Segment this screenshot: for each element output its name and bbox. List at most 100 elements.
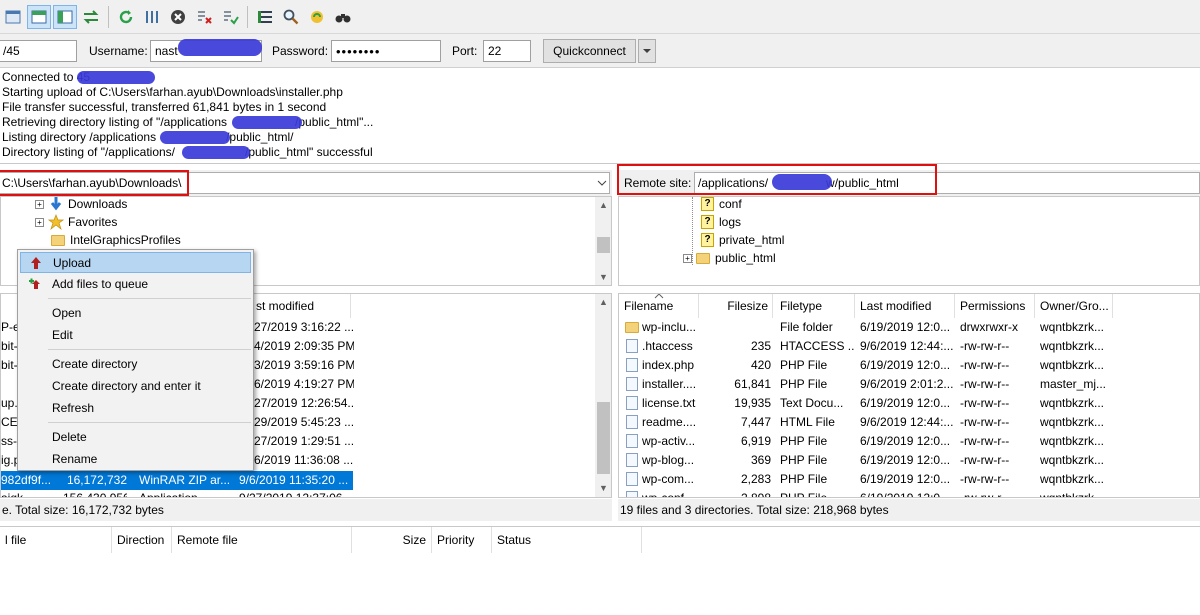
- cancel-icon[interactable]: [166, 5, 190, 29]
- quickconnect-history-button[interactable]: [638, 39, 656, 63]
- queue-header-remote-file[interactable]: Remote file: [172, 527, 352, 553]
- expand-icon[interactable]: +: [35, 199, 44, 209]
- port-input[interactable]: 22: [483, 40, 531, 62]
- host-input[interactable]: /45: [0, 40, 77, 62]
- disconnect-icon[interactable]: [192, 5, 216, 29]
- remote-row-size: [699, 318, 771, 337]
- tree-item-public-html[interactable]: + public_html: [683, 249, 776, 267]
- column-header-filetype[interactable]: Filetype: [775, 294, 855, 318]
- remote-row-modified: 6/19/2019 12:0...: [860, 396, 951, 410]
- queue-header-size[interactable]: Size: [352, 527, 432, 553]
- scroll-up-icon[interactable]: ▲: [595, 294, 611, 311]
- remote-row-permissions: -rw-rw-r--: [960, 434, 1010, 448]
- tree-item-downloads[interactable]: + Downloads: [35, 197, 127, 213]
- remote-row-permissions: -rw-rw-r--: [960, 339, 1010, 353]
- file-icon: [626, 472, 638, 486]
- column-header-permissions[interactable]: Permissions: [955, 294, 1035, 318]
- local-row-name[interactable]: 982df9f...: [1, 471, 63, 490]
- scroll-thumb[interactable]: [597, 237, 610, 253]
- remote-row-name[interactable]: wp-activ...: [642, 432, 700, 451]
- username-label: Username:: [89, 44, 148, 58]
- remote-row-type: PHP File: [780, 377, 828, 391]
- local-status: e. Total size: 16,172,732 bytes: [0, 499, 612, 521]
- remote-row-name[interactable]: wp-blog...: [642, 451, 700, 470]
- process-queue-icon[interactable]: [140, 5, 164, 29]
- tree-item-logs[interactable]: ? logs: [701, 213, 741, 231]
- password-value: ••••••••: [336, 44, 381, 59]
- remote-row-name[interactable]: wp-conf...: [642, 489, 700, 497]
- menu-item-rename[interactable]: Rename: [20, 449, 251, 470]
- column-header-last-modified[interactable]: Last modified: [855, 294, 955, 318]
- folder-icon: [696, 252, 710, 264]
- expand-icon[interactable]: +: [35, 217, 44, 227]
- queue-header-local-file[interactable]: l file: [0, 527, 112, 553]
- remote-row-name[interactable]: license.txt: [642, 394, 700, 413]
- binoculars-icon[interactable]: [331, 5, 355, 29]
- local-row-modified: 29/2019 5:45:23 ...: [254, 415, 354, 429]
- remote-row-owner: wqntbkzrk...: [1040, 453, 1105, 467]
- queue-header-direction[interactable]: Direction: [112, 527, 172, 553]
- remote-row-size: 6,919: [740, 434, 771, 448]
- log-line: Listing directory /applications/public_h…: [2, 130, 294, 144]
- remote-row-size: 2,898: [740, 491, 771, 498]
- scroll-up-icon[interactable]: ▲: [595, 197, 611, 214]
- reconnect-icon[interactable]: [218, 5, 242, 29]
- menu-item-delete[interactable]: Delete: [20, 427, 251, 448]
- quickconnect-button[interactable]: Quickconnect: [543, 39, 636, 63]
- local-tree-scrollbar[interactable]: ▲ ▼: [595, 197, 611, 285]
- remote-row-modified: 6/19/2019 12:0...: [860, 320, 951, 334]
- column-header-owner-group[interactable]: Owner/Gro...: [1035, 294, 1113, 318]
- password-input[interactable]: ••••••••: [331, 40, 441, 62]
- remote-row-name[interactable]: .htaccess: [642, 337, 700, 356]
- tree-item-intelgraphicsprofiles[interactable]: IntelGraphicsProfiles: [51, 231, 181, 249]
- sync-browsing-icon[interactable]: [305, 5, 329, 29]
- queue-header-priority[interactable]: Priority: [432, 527, 492, 553]
- transfer-queue-icon[interactable]: [79, 5, 103, 29]
- remote-row-permissions: -rw-rw-r--: [960, 377, 1010, 391]
- remote-row-size: 369: [750, 453, 771, 467]
- scroll-thumb[interactable]: [597, 402, 610, 474]
- redaction-mark: [77, 71, 155, 84]
- menu-item-create-directory-enter[interactable]: Create directory and enter it: [20, 376, 251, 397]
- menu-separator: [48, 422, 251, 423]
- toggle-log-icon[interactable]: [27, 4, 51, 29]
- chevron-down-icon[interactable]: [597, 179, 607, 187]
- menu-item-upload[interactable]: Upload: [20, 252, 251, 273]
- highlight-box: [0, 170, 189, 196]
- menu-item-edit[interactable]: Edit: [20, 325, 251, 346]
- remote-row-name[interactable]: installer....: [642, 375, 700, 394]
- directory-filter-icon[interactable]: [253, 5, 277, 29]
- port-value: 22: [488, 44, 502, 58]
- remote-row-name[interactable]: wp-inclu...: [642, 318, 700, 337]
- menu-item-create-directory[interactable]: Create directory: [20, 354, 251, 375]
- remote-row-owner: wqntbkzrk...: [1040, 320, 1105, 334]
- remote-row-name[interactable]: index.php: [642, 356, 700, 375]
- refresh-icon[interactable]: [114, 5, 138, 29]
- remote-row-owner: wqntbkzrk...: [1040, 396, 1105, 410]
- scroll-down-icon[interactable]: ▼: [595, 269, 611, 285]
- site-manager-icon[interactable]: [1, 5, 25, 29]
- tree-item-private-html[interactable]: ? private_html: [701, 231, 784, 249]
- search-icon[interactable]: [279, 5, 303, 29]
- toggle-tree-icon[interactable]: [53, 4, 77, 29]
- tree-item-conf[interactable]: ? conf: [701, 197, 742, 213]
- menu-item-refresh[interactable]: Refresh: [20, 398, 251, 419]
- expand-icon[interactable]: +: [683, 253, 692, 263]
- menu-item-open[interactable]: Open: [20, 303, 251, 324]
- file-icon: [626, 377, 638, 391]
- remote-row-name[interactable]: wp-com...: [642, 470, 700, 489]
- toolbar-separator: [108, 5, 109, 28]
- host-value: /45: [3, 44, 20, 58]
- scroll-down-icon[interactable]: ▼: [595, 480, 611, 497]
- column-header-last-modified[interactable]: st modified: [251, 294, 351, 318]
- local-row-name[interactable]: aiqk...: [1, 490, 63, 497]
- tree-item-favorites[interactable]: + Favorites: [35, 213, 117, 231]
- local-list-scrollbar[interactable]: ▲ ▼: [595, 294, 611, 497]
- menu-item-add-to-queue[interactable]: Add files to queue: [20, 274, 251, 295]
- file-icon: [626, 434, 638, 448]
- column-header-filesize[interactable]: Filesize: [699, 294, 773, 318]
- remote-row-size: 61,841: [734, 377, 771, 391]
- queue-header-status[interactable]: Status: [492, 527, 642, 553]
- message-log: Connected to 45 Starting upload of C:\Us…: [0, 68, 1200, 164]
- remote-row-name[interactable]: readme....: [642, 413, 700, 432]
